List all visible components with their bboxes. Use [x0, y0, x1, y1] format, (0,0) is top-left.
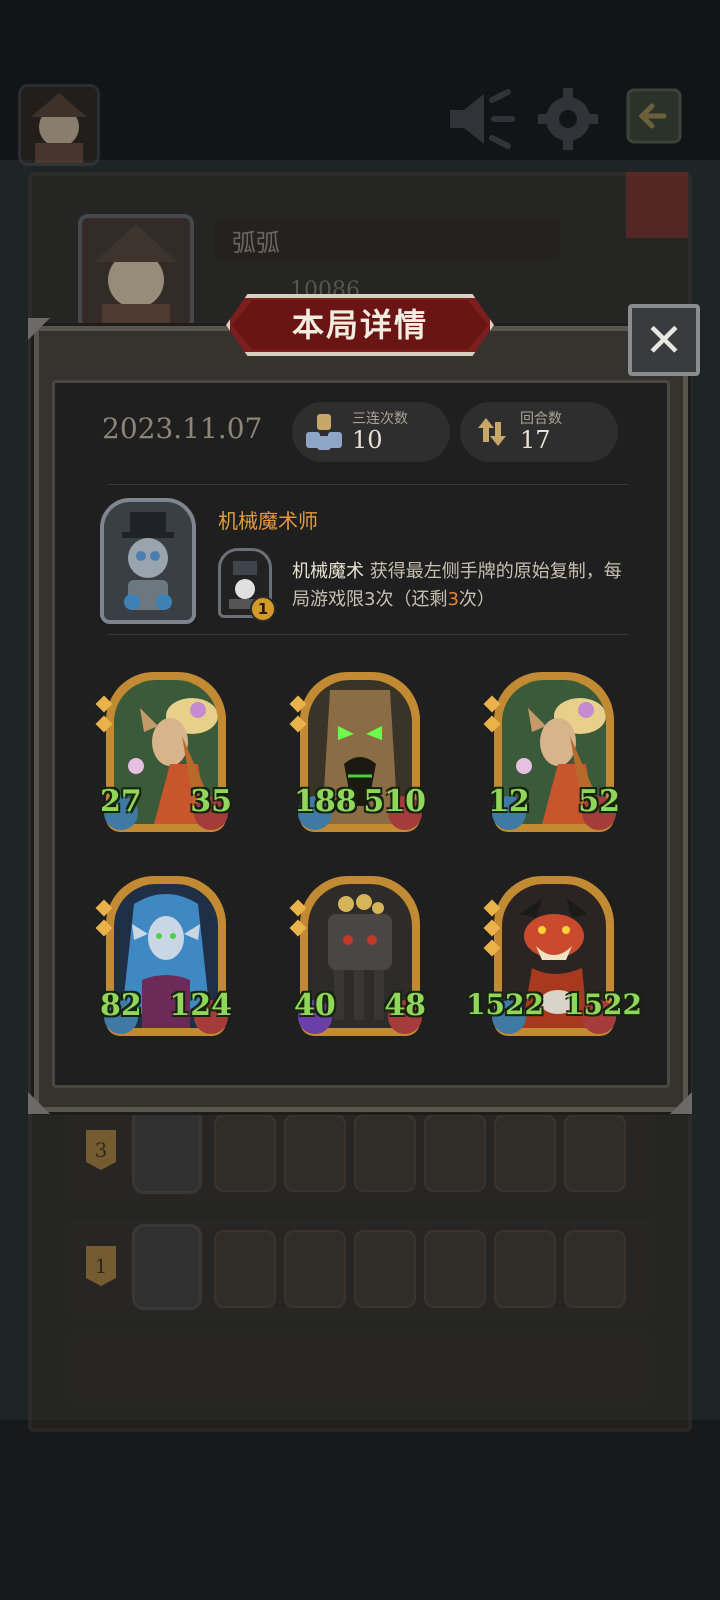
card-attack: 1522	[466, 988, 544, 1021]
close-icon: ✕	[644, 313, 684, 367]
skill-description: 机械魔术 获得最左侧手牌的原始复制，每局游戏限3次（还剩3次）	[292, 558, 632, 614]
history-card	[354, 1230, 416, 1308]
divider	[108, 634, 628, 635]
red-dragon-card[interactable]: 1522 1522	[466, 876, 642, 1036]
card-attack: 27	[100, 784, 142, 819]
history-card	[564, 1230, 626, 1308]
history-card	[214, 1230, 276, 1308]
triples-label: 三连次数	[352, 411, 408, 427]
history-hero-portrait	[132, 1108, 202, 1194]
card-attack: 82	[100, 988, 142, 1023]
player-avatar-icon[interactable]	[18, 84, 100, 166]
history-card	[424, 1230, 486, 1308]
card-attack: 12	[488, 784, 530, 819]
card-health: 48	[384, 988, 426, 1023]
match-date: 2023.11.07	[102, 412, 263, 445]
hero-portrait[interactable]	[100, 498, 196, 624]
flower-elf-card[interactable]: 12 52	[483, 672, 620, 832]
card-health: 124	[169, 988, 232, 1023]
history-row[interactable]	[70, 1334, 652, 1402]
history-hero-portrait	[132, 1224, 202, 1310]
history-rank: 3	[86, 1130, 116, 1170]
rounds-value: 17	[520, 426, 551, 454]
profile-name: 弧弧	[232, 229, 280, 257]
triples-value: 10	[352, 426, 383, 454]
triple-merge-icon	[304, 412, 344, 452]
top-bar-background	[0, 0, 720, 180]
stone-golem-card[interactable]: 40 48	[289, 876, 426, 1036]
siren-card[interactable]: 82 124	[95, 876, 232, 1036]
hero-name: 机械魔术师	[218, 509, 318, 533]
close-button[interactable]: ✕	[628, 304, 700, 376]
treant-card[interactable]: 188 510	[289, 672, 426, 832]
profile-avatar	[78, 214, 194, 330]
history-card	[284, 1230, 346, 1308]
divider	[108, 484, 628, 485]
triples-stat: 三连次数 10	[292, 402, 450, 462]
dialog-title: 本局详情	[291, 306, 428, 344]
history-card	[424, 1114, 486, 1192]
rounds-label: 回合数	[520, 411, 562, 427]
gear-icon[interactable]	[532, 86, 604, 152]
speaker-icon[interactable]	[444, 86, 516, 152]
skill-text-end: 次）	[458, 589, 495, 610]
history-card	[564, 1114, 626, 1192]
card-health: 510	[363, 784, 426, 819]
card-health: 1522	[564, 988, 642, 1021]
skill-name: 机械魔术	[292, 561, 364, 582]
skill-remaining: 3	[447, 589, 459, 610]
card-health: 52	[578, 784, 620, 819]
history-card	[494, 1230, 556, 1308]
exit-icon[interactable]	[624, 86, 696, 152]
history-card	[354, 1114, 416, 1192]
round-cycle-icon	[472, 412, 512, 452]
card-attack: 188	[294, 784, 357, 819]
flower-elf-card[interactable]: 27 35	[95, 672, 232, 832]
floor-background	[0, 1420, 720, 1600]
history-card	[284, 1114, 346, 1192]
card-health: 35	[190, 784, 232, 819]
history-card	[214, 1114, 276, 1192]
history-row[interactable]: 1	[70, 1218, 652, 1316]
skill-level-badge: 1	[250, 596, 276, 622]
history-row[interactable]: 3	[70, 1102, 652, 1200]
history-card	[494, 1114, 556, 1192]
rounds-stat: 回合数 17	[460, 402, 618, 462]
card-attack: 40	[294, 988, 336, 1023]
profile-close-button[interactable]	[626, 172, 688, 238]
history-rank: 1	[86, 1246, 116, 1286]
